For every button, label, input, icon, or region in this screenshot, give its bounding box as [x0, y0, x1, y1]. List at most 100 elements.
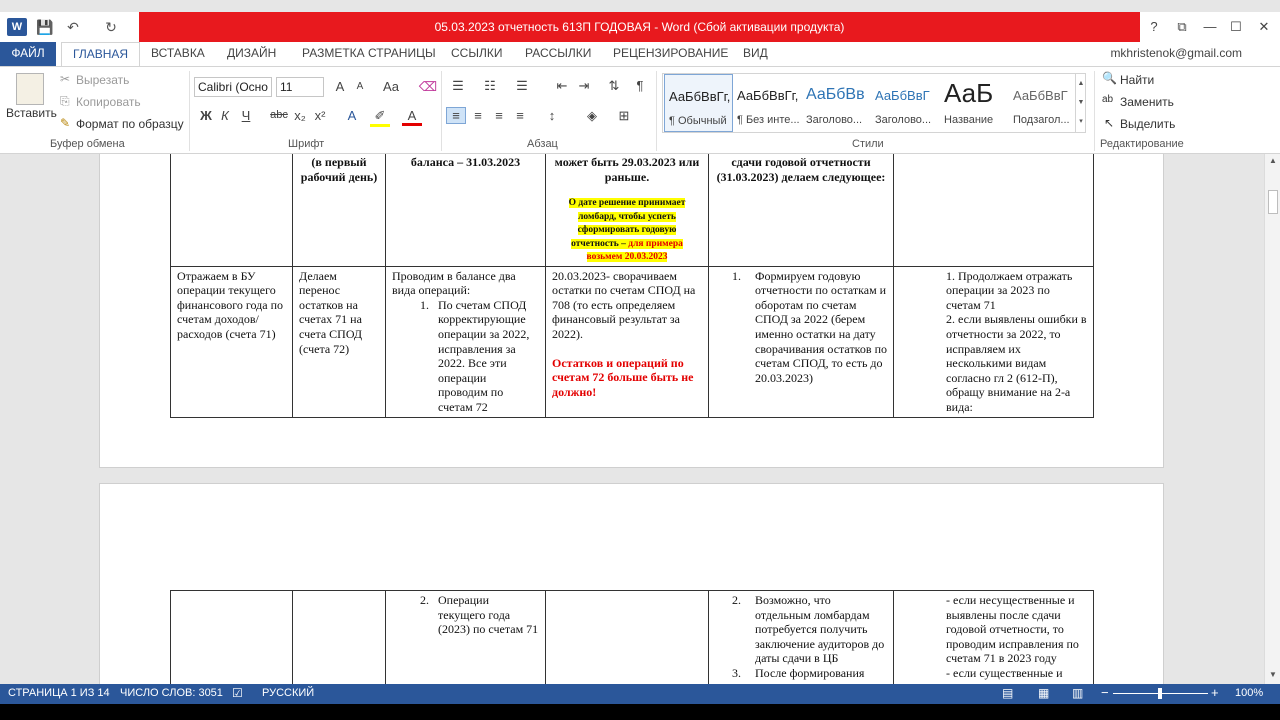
italic-button[interactable]: К: [215, 108, 235, 123]
clear-format-icon[interactable]: ⌫: [418, 79, 438, 95]
style-normal[interactable]: АаБбВвГг, ¶ Обычный: [664, 74, 733, 132]
find-icon[interactable]: 🔍: [1102, 71, 1117, 85]
minimize-button[interactable]: —: [1196, 16, 1224, 38]
subscript-button[interactable]: x₂: [290, 108, 310, 123]
justify-button[interactable]: ≡: [510, 108, 530, 123]
word-logo-icon[interactable]: W: [7, 18, 27, 36]
print-layout-icon[interactable]: ▦: [1038, 686, 1049, 700]
table-cell[interactable]: Отражаем в БУ операции текущего финансов…: [170, 265, 293, 418]
align-right-button[interactable]: ≡: [489, 108, 509, 123]
grow-font-icon[interactable]: A: [330, 79, 350, 94]
zoom-in-icon[interactable]: +: [1211, 685, 1219, 700]
underline-button[interactable]: Ч: [236, 108, 256, 123]
bold-button[interactable]: Ж: [196, 108, 216, 123]
font-color-icon[interactable]: A: [402, 108, 422, 126]
table-cell[interactable]: баланса – 31.03.2023: [385, 154, 546, 267]
table-cell[interactable]: 2. Возможно, что отдельным ломбардам потр…: [708, 590, 894, 684]
vertical-scrollbar[interactable]: ▲ ▼: [1264, 154, 1280, 684]
style-no-spacing[interactable]: АаБбВвГг, ¶ Без инте...: [733, 74, 802, 132]
shrink-font-icon[interactable]: A: [350, 81, 370, 92]
cut-icon[interactable]: ✂: [60, 72, 70, 86]
multilevel-list-icon[interactable]: ☰: [512, 78, 532, 94]
paste-button[interactable]: Вставить: [6, 106, 57, 120]
font-size-combo[interactable]: 11: [276, 77, 324, 97]
tab-mailings[interactable]: РАССЫЛКИ: [525, 42, 591, 66]
table-cell[interactable]: 1. Продолжаем отражать операции за 2023 …: [893, 265, 1094, 418]
strikethrough-button[interactable]: abc: [268, 109, 290, 121]
find-button[interactable]: Найти: [1120, 73, 1154, 87]
page-indicator[interactable]: СТРАНИЦА 1 ИЗ 14: [8, 687, 110, 699]
redo-icon[interactable]: ↻: [100, 17, 122, 37]
table-cell[interactable]: [893, 154, 1094, 267]
tab-file[interactable]: ФАЙЛ: [0, 42, 56, 66]
styles-scroll[interactable]: ▲ ▼ ▾: [1075, 74, 1086, 132]
style-subtitle[interactable]: АаБбВвГ Подзагол...: [1009, 74, 1078, 132]
table-cell[interactable]: 2. Операции текущего года (2023) по счета…: [385, 590, 546, 684]
replace-icon[interactable]: ab: [1102, 94, 1113, 105]
table-cell[interactable]: Делаем перенос остатков на счетах 71 на …: [292, 265, 386, 418]
line-spacing-icon[interactable]: ↕: [542, 108, 562, 123]
align-center-button[interactable]: ≡: [468, 108, 488, 123]
tab-insert[interactable]: ВСТАВКА: [151, 42, 205, 66]
tab-design[interactable]: ДИЗАЙН: [227, 42, 276, 66]
copy-icon[interactable]: ⎘: [60, 94, 70, 109]
align-left-button[interactable]: ≡: [446, 107, 466, 124]
increase-indent-icon[interactable]: ⇥: [574, 78, 594, 94]
paste-icon[interactable]: [16, 73, 44, 105]
table-cell[interactable]: 1. Формируем годовую отчетности по остатк…: [708, 265, 894, 418]
save-icon[interactable]: 💾: [34, 17, 56, 37]
tab-references[interactable]: ССЫЛКИ: [451, 42, 502, 66]
borders-icon[interactable]: ⊞: [614, 108, 634, 124]
proofing-icon[interactable]: ☑: [232, 686, 243, 700]
select-button[interactable]: Выделить: [1120, 117, 1175, 131]
scroll-up-icon[interactable]: ▲: [1265, 156, 1280, 165]
numbering-icon[interactable]: ☷: [480, 78, 500, 94]
zoom-level[interactable]: 100%: [1235, 687, 1263, 699]
table-cell[interactable]: [170, 590, 293, 684]
style-title[interactable]: АаБ Название: [940, 74, 1009, 132]
font-name-combo[interactable]: Calibri (Осно: [194, 77, 272, 97]
format-painter-button[interactable]: Формат по образцу: [76, 117, 184, 131]
tab-layout[interactable]: РАЗМЕТКА СТРАНИЦЫ: [302, 42, 436, 66]
maximize-button[interactable]: ☐: [1222, 16, 1250, 38]
zoom-slider-thumb[interactable]: [1158, 688, 1162, 699]
tab-home[interactable]: ГЛАВНАЯ: [61, 42, 141, 67]
tab-view[interactable]: ВИД: [743, 42, 768, 66]
decrease-indent-icon[interactable]: ⇤: [552, 78, 572, 94]
word-count[interactable]: ЧИСЛО СЛОВ: 3051: [120, 687, 223, 699]
table-cell[interactable]: [545, 590, 709, 684]
sort-icon[interactable]: ⇅: [604, 78, 624, 94]
table-cell[interactable]: может быть 29.03.2023 или раньше. О дате…: [545, 154, 709, 267]
table-cell[interactable]: сдачи годовой отчетности (31.03.2023) де…: [708, 154, 894, 267]
table-cell[interactable]: [292, 590, 386, 684]
account-name[interactable]: mkhristenok@gmail.com: [1110, 42, 1242, 66]
table-cell[interactable]: (в первый рабочий день): [292, 154, 386, 267]
table-cell[interactable]: - если несущественные и выявлены после с…: [893, 590, 1094, 684]
read-mode-icon[interactable]: ▤: [1002, 686, 1013, 700]
help-icon[interactable]: ?: [1140, 16, 1168, 38]
style-heading-2[interactable]: АаБбВвГ Заголово...: [871, 74, 940, 132]
change-case-icon[interactable]: Аа: [379, 79, 403, 94]
close-button[interactable]: ✕: [1250, 16, 1278, 38]
scroll-down-icon[interactable]: ▼: [1265, 670, 1280, 679]
text-effects-icon[interactable]: A: [342, 108, 362, 123]
undo-icon[interactable]: ↶: [62, 17, 84, 37]
shading-icon[interactable]: ◈: [582, 108, 602, 124]
language-indicator[interactable]: РУССКИЙ: [262, 687, 314, 699]
copy-button[interactable]: Копировать: [76, 95, 141, 109]
ribbon-display-icon[interactable]: ⧉: [1168, 16, 1196, 38]
select-icon[interactable]: ↖: [1104, 116, 1114, 130]
table-cell[interactable]: 20.03.2023- сворачиваем остатки по счета…: [545, 265, 709, 418]
table-cell[interactable]: [170, 154, 293, 267]
superscript-button[interactable]: x²: [310, 108, 330, 123]
table-cell[interactable]: Проводим в балансе два вида операций: 1.…: [385, 265, 546, 418]
tab-review[interactable]: РЕЦЕНЗИРОВАНИЕ: [613, 42, 728, 66]
bullets-icon[interactable]: ☰: [448, 78, 468, 94]
replace-button[interactable]: Заменить: [1120, 95, 1174, 109]
scroll-thumb[interactable]: [1268, 190, 1278, 214]
web-layout-icon[interactable]: ▥: [1072, 686, 1083, 700]
zoom-out-icon[interactable]: −: [1101, 685, 1109, 700]
style-heading-1[interactable]: АаБбВв Заголово...: [802, 74, 871, 132]
show-marks-icon[interactable]: ¶: [630, 78, 650, 93]
document-area[interactable]: (в первый рабочий день) баланса – 31.03.…: [0, 154, 1264, 684]
